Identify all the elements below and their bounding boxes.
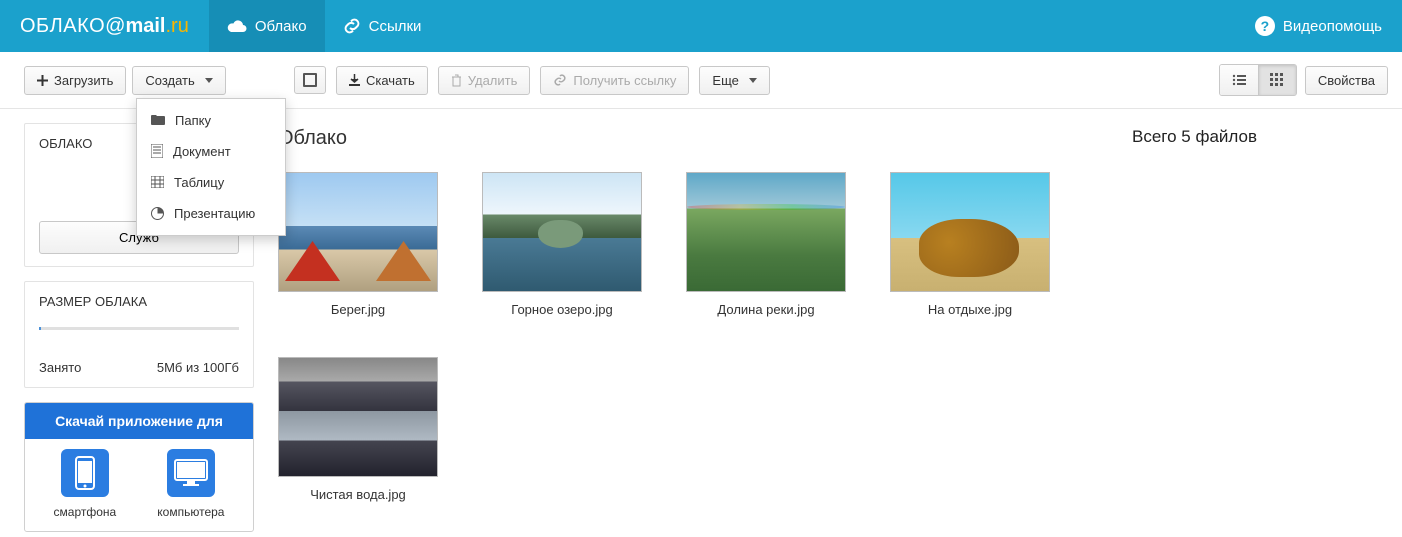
- logo[interactable]: ОБЛАКО @ mail . ru: [0, 0, 209, 52]
- create-presentation-label: Презентацию: [174, 206, 255, 221]
- list-icon: [1232, 74, 1246, 86]
- content-area: Облако Берег.jpg Горное озеро.jpg Долина…: [254, 109, 1112, 532]
- file-name: Горное озеро.jpg: [482, 302, 642, 317]
- create-document-label: Документ: [173, 144, 231, 159]
- more-label: Еще: [712, 73, 738, 88]
- create-folder-label: Папку: [175, 113, 211, 128]
- storage-bar-fill: [39, 327, 41, 330]
- file-name: Берег.jpg: [278, 302, 438, 317]
- logo-text-mail: mail: [125, 15, 165, 38]
- logo-text-oblako: ОБЛАКО: [20, 15, 105, 38]
- file-name: Чистая вода.jpg: [278, 487, 438, 502]
- file-item[interactable]: Берег.jpg: [278, 172, 438, 317]
- file-name: Долина реки.jpg: [686, 302, 846, 317]
- link-icon: [343, 17, 361, 35]
- create-label: Создать: [145, 73, 194, 88]
- create-table-label: Таблицу: [174, 175, 224, 190]
- create-dropdown: Папку Документ Таблицу Презентацию: [136, 98, 286, 236]
- document-icon: [151, 144, 163, 158]
- logo-text-ru: ru: [171, 15, 189, 38]
- storage-title: РАЗМЕР ОБЛАКА: [39, 294, 239, 309]
- logo-at: @: [105, 15, 125, 38]
- create-folder[interactable]: Папку: [137, 105, 285, 136]
- file-thumbnail: [278, 357, 438, 477]
- sidebar-storage-block: РАЗМЕР ОБЛАКА Занято 5Мб из 100Гб: [24, 281, 254, 388]
- presentation-icon: [151, 207, 164, 220]
- file-count-summary: Всего 5 файлов: [1132, 127, 1382, 147]
- file-thumbnail: [686, 172, 846, 292]
- main-nav: Облако Ссылки: [209, 0, 440, 52]
- cloud-icon: [227, 19, 247, 33]
- view-grid-button[interactable]: [1258, 65, 1296, 95]
- smartphone-icon: [61, 449, 109, 497]
- caret-down-icon: [205, 78, 213, 83]
- nav-links-label: Ссылки: [369, 18, 422, 35]
- file-item[interactable]: На отдыхе.jpg: [890, 172, 1050, 317]
- properties-button[interactable]: Свойства: [1305, 66, 1388, 95]
- getlink-button[interactable]: Получить ссылку: [540, 66, 689, 95]
- delete-label: Удалить: [468, 73, 518, 88]
- file-thumbnail: [278, 172, 438, 292]
- promo-title: Скачай приложение для: [25, 403, 253, 439]
- folder-icon: [151, 114, 165, 126]
- plus-icon: [37, 75, 48, 86]
- table-icon: [151, 176, 164, 188]
- delete-button[interactable]: Удалить: [438, 66, 531, 95]
- create-document[interactable]: Документ: [137, 136, 285, 167]
- storage-bar: [39, 327, 239, 330]
- checkbox-icon: [303, 73, 317, 87]
- download-icon: [349, 74, 360, 86]
- help-icon: ?: [1255, 16, 1275, 36]
- toolbar: Загрузить Создать Папку Документ: [0, 52, 1402, 109]
- nav-cloud[interactable]: Облако: [209, 0, 325, 52]
- promo-smartphone[interactable]: смартфона: [54, 449, 117, 519]
- monitor-icon: [167, 449, 215, 497]
- view-list-button[interactable]: [1220, 65, 1258, 95]
- nav-links[interactable]: Ссылки: [325, 0, 440, 52]
- file-item[interactable]: Чистая вода.jpg: [278, 357, 438, 502]
- storage-used-label: Занято: [39, 360, 81, 375]
- file-thumbnail: [482, 172, 642, 292]
- file-item[interactable]: Долина реки.jpg: [686, 172, 846, 317]
- video-help[interactable]: ? Видеопомощь: [1235, 0, 1402, 52]
- create-button[interactable]: Создать: [132, 66, 225, 95]
- view-toggle: [1219, 64, 1297, 96]
- properties-label: Свойства: [1318, 73, 1375, 88]
- grid-icon: [1270, 73, 1284, 87]
- download-label: Скачать: [366, 73, 415, 88]
- file-item[interactable]: Горное озеро.jpg: [482, 172, 642, 317]
- getlink-label: Получить ссылку: [573, 73, 676, 88]
- promo-computer-label: компьютера: [157, 505, 224, 519]
- more-button[interactable]: Еще: [699, 66, 769, 95]
- right-panel: Всего 5 файлов: [1112, 109, 1402, 532]
- nav-cloud-label: Облако: [255, 18, 307, 35]
- file-thumbnail: [890, 172, 1050, 292]
- upload-label: Загрузить: [54, 73, 113, 88]
- create-presentation[interactable]: Презентацию: [137, 198, 285, 229]
- files-grid: Берег.jpg Горное озеро.jpg Долина реки.j…: [278, 172, 1102, 502]
- promo-computer[interactable]: компьютера: [157, 449, 224, 519]
- breadcrumb: Облако: [278, 127, 1102, 150]
- upload-button[interactable]: Загрузить: [24, 66, 126, 95]
- promo-smartphone-label: смартфона: [54, 505, 117, 519]
- create-table[interactable]: Таблицу: [137, 167, 285, 198]
- promo-block: Скачай приложение для смартфона компьюте…: [24, 402, 254, 532]
- select-all-checkbox[interactable]: [294, 66, 326, 94]
- file-name: На отдыхе.jpg: [890, 302, 1050, 317]
- caret-down-icon: [749, 78, 757, 83]
- video-help-label: Видеопомощь: [1283, 18, 1382, 35]
- download-button[interactable]: Скачать: [336, 66, 428, 95]
- app-header: ОБЛАКО @ mail . ru Облако Ссылки ? Видео…: [0, 0, 1402, 52]
- storage-used-value: 5Мб из 100Гб: [157, 360, 239, 375]
- link-icon: [553, 73, 567, 87]
- trash-icon: [451, 74, 462, 87]
